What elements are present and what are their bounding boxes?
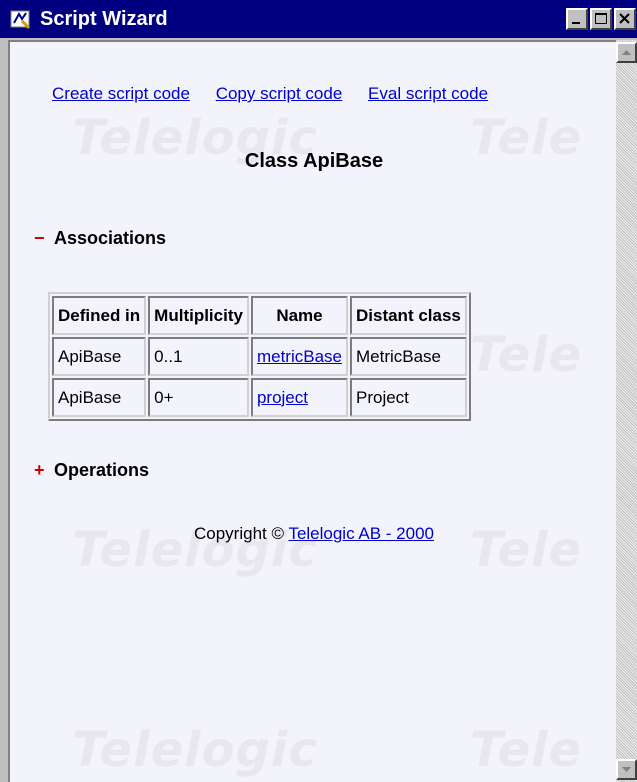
title-bar[interactable]: Script Wizard — [0, 0, 637, 38]
associations-label: Associations — [54, 228, 167, 248]
maximize-icon — [595, 13, 607, 24]
copyright-footer: Copyright © Telelogic AB - 2000 — [10, 524, 616, 544]
script-wizard-window: Script Wizard Telelogic Tele Telelogic T… — [0, 0, 637, 782]
defined-in-cell: ApiBase — [52, 378, 147, 417]
table-header-row: Defined in Multiplicity Name Distant cla… — [52, 296, 467, 335]
metricbase-link[interactable]: metricBase — [257, 347, 342, 366]
column-header-distant-class: Distant class — [349, 296, 467, 335]
table-row: ApiBase 0+ project Project — [52, 378, 467, 417]
collapse-toggle[interactable]: − — [34, 228, 54, 249]
create-script-code-link[interactable]: Create script code — [52, 84, 190, 103]
content-area: Telelogic Tele Telelogic Tele Telelogic … — [8, 40, 616, 782]
app-icon — [10, 10, 31, 29]
operations-section-header[interactable]: + Operations — [34, 460, 149, 481]
watermark-text: Tele — [470, 722, 583, 778]
distant-class-cell: MetricBase — [349, 337, 467, 376]
scroll-up-button[interactable] — [616, 42, 637, 63]
operations-label: Operations — [54, 460, 150, 480]
column-header-multiplicity: Multiplicity — [148, 296, 249, 335]
watermark-text: Telelogic — [72, 722, 318, 778]
vertical-scrollbar[interactable] — [616, 40, 637, 782]
multiplicity-cell: 0..1 — [148, 337, 249, 376]
arrow-down-icon — [622, 767, 631, 772]
arrow-up-icon — [622, 50, 631, 55]
copyright-text: Copyright © — [194, 524, 285, 543]
associations-section-header[interactable]: − Associations — [34, 228, 166, 249]
copy-script-code-link[interactable]: Copy script code — [216, 84, 343, 103]
close-icon — [619, 13, 630, 24]
minimize-icon — [572, 22, 580, 24]
close-button[interactable] — [614, 8, 636, 30]
scroll-down-button[interactable] — [616, 759, 637, 780]
minimize-button[interactable] — [566, 8, 588, 30]
associations-table: Defined in Multiplicity Name Distant cla… — [48, 292, 471, 421]
window-title: Script Wizard — [40, 8, 168, 30]
table-row: ApiBase 0..1 metricBase MetricBase — [52, 337, 467, 376]
project-link[interactable]: project — [257, 388, 308, 407]
maximize-button[interactable] — [590, 8, 612, 30]
eval-script-code-link[interactable]: Eval script code — [368, 84, 488, 103]
action-links: Create script code Copy script code Eval… — [52, 84, 509, 104]
multiplicity-cell: 0+ — [148, 378, 249, 417]
defined-in-cell: ApiBase — [52, 337, 147, 376]
column-header-defined-in: Defined in — [52, 296, 147, 335]
watermark-text: Tele — [470, 327, 583, 383]
class-title: Class ApiBase — [244, 150, 384, 172]
name-cell: project — [250, 378, 348, 417]
expand-toggle[interactable]: + — [34, 460, 54, 481]
telelogic-link[interactable]: Telelogic AB - 2000 — [288, 524, 434, 543]
name-cell: metricBase — [250, 337, 348, 376]
column-header-name: Name — [250, 296, 348, 335]
distant-class-cell: Project — [349, 378, 467, 417]
